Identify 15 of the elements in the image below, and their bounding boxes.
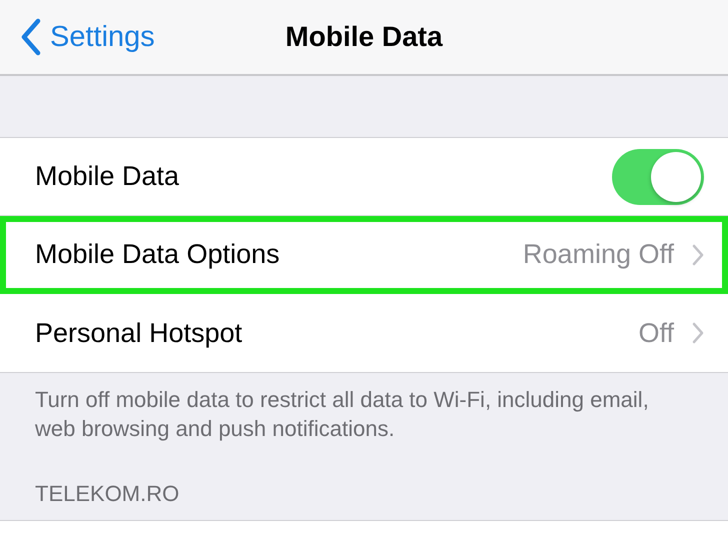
row-value: Off [638,318,674,348]
back-chevron-icon [20,18,42,56]
chevron-icon [692,244,704,266]
row-label: Mobile Data Options [35,239,281,270]
row-label: Personal Hotspot [35,318,244,348]
footer-note: Turn off mobile data to restrict all data to Wi-Fi, including email, web browsing and push notifications. [35,386,650,443]
settings-row[interactable]: Mobile Data Options Roaming Off [0,216,728,294]
settings-row[interactable]: Mobile Data [0,138,728,216]
back-button[interactable]: Settings [0,18,155,56]
row-label: Mobile Data [35,161,180,192]
row-value: Roaming Off [522,239,674,270]
settings-row[interactable]: Personal Hotspot Off [0,294,728,372]
screen-title: Mobile Data [285,21,443,53]
section-header: TELEKOM.RO [35,481,180,507]
chevron-icon [692,322,704,344]
